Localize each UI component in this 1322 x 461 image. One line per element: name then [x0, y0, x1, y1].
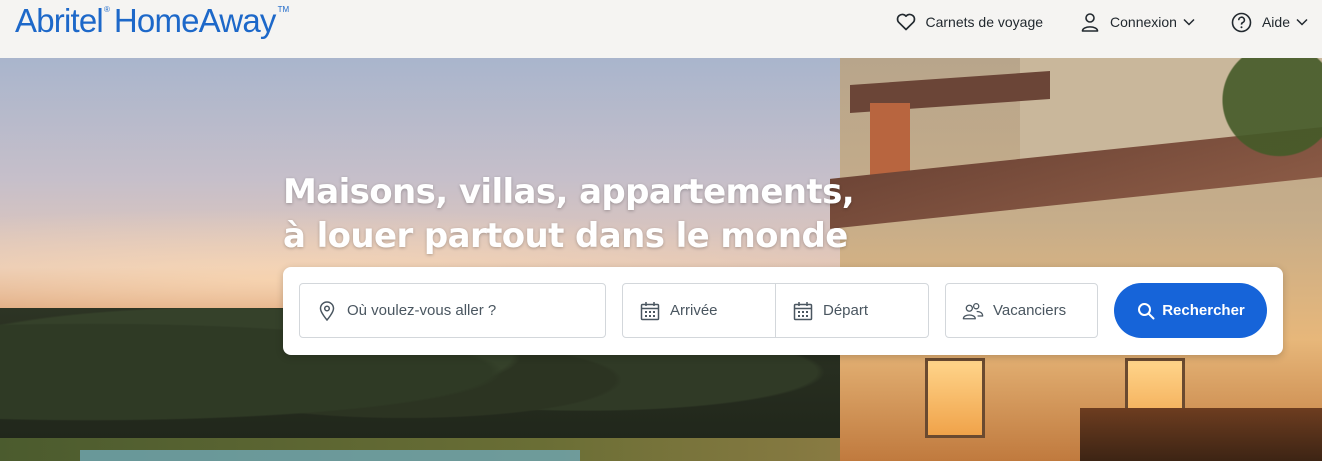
departure-date-input[interactable]: Départ: [775, 283, 929, 338]
page: Abritel ® HomeAway TM Carnets de voyage …: [0, 0, 1322, 461]
user-icon: [1079, 11, 1101, 33]
search-form: Où voulez-vous aller ? Arrivée Départ Va…: [283, 267, 1283, 355]
hero-background-pool: [80, 450, 580, 461]
hero-headline-line2: à louer partout dans le monde: [283, 216, 848, 256]
hero-background-window: [925, 358, 985, 438]
top-header: Abritel ® HomeAway TM Carnets de voyage …: [0, 0, 1322, 58]
guests-icon: [962, 300, 984, 322]
destination-placeholder: Où voulez-vous aller ?: [347, 302, 497, 319]
arrival-placeholder: Arrivée: [670, 302, 718, 319]
brand-logo[interactable]: Abritel ® HomeAway TM: [15, 2, 289, 40]
search-icon: [1136, 301, 1156, 321]
location-pin-icon: [316, 300, 338, 322]
nav-item-help[interactable]: Aide: [1231, 11, 1308, 33]
hero-background-terrace: [1080, 408, 1322, 461]
arrival-date-input[interactable]: Arrivée: [622, 283, 776, 338]
chevron-down-icon: [1183, 16, 1195, 28]
nav-item-label: Connexion: [1110, 14, 1177, 30]
guests-input[interactable]: Vacanciers: [945, 283, 1098, 338]
calendar-icon: [792, 300, 814, 322]
nav-item-travel-notebooks[interactable]: Carnets de voyage: [895, 11, 1044, 33]
search-button-label: Rechercher: [1162, 302, 1245, 319]
heart-icon: [895, 11, 917, 33]
guests-placeholder: Vacanciers: [993, 302, 1067, 319]
hero-background-foliage: [1180, 58, 1322, 198]
nav-item-login[interactable]: Connexion: [1079, 11, 1195, 33]
hero-headline-line1: Maisons, villas, appartements,: [283, 172, 855, 212]
search-button[interactable]: Rechercher: [1114, 283, 1267, 338]
departure-placeholder: Départ: [823, 302, 869, 319]
brand-trademark: TM: [277, 5, 290, 14]
help-icon: [1231, 11, 1253, 33]
nav-item-label: Carnets de voyage: [925, 14, 1044, 30]
chevron-down-icon: [1296, 16, 1308, 28]
nav-item-label: Aide: [1261, 14, 1290, 30]
brand-name-part2: HomeAway: [113, 2, 277, 39]
hero-headline: Maisons, villas, appartements, à louer p…: [283, 170, 855, 258]
hero-banner: Maisons, villas, appartements, à louer p…: [0, 58, 1322, 461]
calendar-icon: [639, 300, 661, 322]
brand-name-part1: Abritel: [15, 2, 104, 39]
brand-registered-mark: ®: [103, 5, 110, 14]
destination-input[interactable]: Où voulez-vous aller ?: [299, 283, 606, 338]
header-nav: Carnets de voyage Connexion Aide: [859, 10, 1309, 34]
